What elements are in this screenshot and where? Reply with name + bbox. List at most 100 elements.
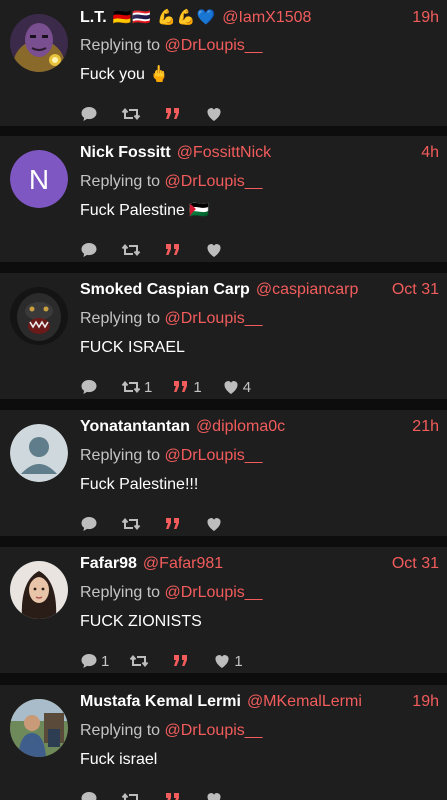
avatar[interactable]: N bbox=[10, 150, 68, 208]
quote-icon bbox=[174, 381, 188, 392]
quote-button[interactable] bbox=[164, 105, 185, 123]
default-user-icon bbox=[10, 424, 68, 482]
quote-button[interactable] bbox=[164, 241, 185, 259]
author-name[interactable]: L.T. bbox=[80, 9, 107, 27]
quote-button[interactable] bbox=[172, 652, 193, 670]
author-name[interactable]: Yonatantantan bbox=[80, 418, 190, 436]
reply-card[interactable]: N Nick Fossitt @FossittNick 4h Replying … bbox=[0, 136, 447, 262]
quote-button[interactable] bbox=[164, 790, 185, 800]
author-name[interactable]: Nick Fossitt bbox=[80, 144, 171, 162]
like-button[interactable] bbox=[205, 105, 226, 123]
mention-link[interactable]: @DrLoupis__ bbox=[165, 722, 263, 739]
replying-to-prefix: Replying to bbox=[80, 310, 161, 327]
replying-to-prefix: Replying to bbox=[80, 584, 161, 601]
quote-button[interactable] bbox=[164, 515, 185, 533]
reply-card[interactable]: Smoked Caspian Carp @caspiancarp Oct 31 … bbox=[0, 273, 447, 399]
heart-icon bbox=[207, 793, 221, 800]
action-bar: 1 1 4 bbox=[80, 377, 439, 397]
author-handle[interactable]: @MKemalLermi bbox=[247, 693, 362, 711]
reply-card[interactable]: L.T. 🇩🇪🇹🇭 💪💪💙 @IamX1508 19h Replying to … bbox=[0, 0, 447, 126]
like-button[interactable] bbox=[205, 790, 226, 800]
like-button[interactable]: 4 bbox=[222, 378, 251, 396]
author-name[interactable]: Smoked Caspian Carp bbox=[80, 281, 250, 299]
retweet-button[interactable] bbox=[121, 105, 144, 123]
avatar-letter: N bbox=[29, 164, 49, 195]
mention-link[interactable]: @DrLoupis__ bbox=[165, 37, 263, 54]
mention-link[interactable]: @DrLoupis__ bbox=[165, 584, 263, 601]
action-bar bbox=[80, 240, 439, 260]
reply-card[interactable]: Fafar98 @Fafar981 Oct 31 Replying to @Dr… bbox=[0, 547, 447, 673]
author-handle[interactable]: @diploma0c bbox=[196, 418, 285, 436]
comment-button[interactable]: 1 bbox=[80, 652, 109, 670]
reply-text: FUCK ZIONISTS bbox=[80, 613, 202, 630]
timestamp: Oct 31 bbox=[391, 555, 439, 572]
reply-card[interactable]: Yonatantantan @diploma0c 21h Replying to… bbox=[0, 410, 447, 536]
name-emoji-badges: 🇩🇪🇹🇭 💪💪💙 bbox=[112, 9, 217, 26]
comment-button[interactable] bbox=[80, 515, 101, 533]
comment-button[interactable] bbox=[80, 105, 101, 123]
author-handle[interactable]: @FossittNick bbox=[177, 144, 271, 162]
like-count: 1 bbox=[234, 652, 243, 670]
heart-icon bbox=[224, 381, 238, 394]
author-handle[interactable]: @caspiancarp bbox=[256, 281, 359, 299]
mention-link[interactable]: @DrLoupis__ bbox=[165, 310, 263, 327]
replying-to: Replying to @DrLoupis__ bbox=[80, 307, 439, 331]
heart-icon bbox=[215, 655, 229, 668]
reply-text: Fuck you 🖕 bbox=[80, 66, 170, 83]
like-button[interactable]: 1 bbox=[213, 652, 243, 670]
letter-avatar-icon: N bbox=[10, 150, 68, 208]
reply-text: Fuck israel bbox=[80, 751, 158, 768]
avatar[interactable] bbox=[10, 287, 68, 345]
outdoor-photo-icon bbox=[10, 699, 68, 757]
avatar[interactable] bbox=[10, 14, 68, 72]
replying-to-prefix: Replying to bbox=[80, 722, 161, 739]
quote-icon bbox=[166, 108, 179, 119]
reply-card[interactable]: Mustafa Kemal Lermi @MKemalLermi 19h Rep… bbox=[0, 685, 447, 800]
gorilla-portrait-icon bbox=[10, 287, 68, 345]
mention-link[interactable]: @DrLoupis__ bbox=[165, 447, 263, 464]
quote-icon bbox=[166, 518, 179, 529]
author-name[interactable]: Mustafa Kemal Lermi bbox=[80, 693, 241, 711]
like-count: 4 bbox=[242, 378, 252, 396]
comment-icon bbox=[81, 243, 97, 257]
heart-icon bbox=[207, 244, 221, 257]
like-button[interactable] bbox=[205, 241, 226, 259]
comment-button[interactable] bbox=[80, 790, 101, 800]
comment-button[interactable] bbox=[80, 378, 101, 396]
action-bar bbox=[80, 789, 439, 800]
retweet-icon bbox=[130, 654, 149, 668]
comment-count: 1 bbox=[101, 652, 110, 670]
author-name[interactable]: Fafar98 bbox=[80, 555, 137, 573]
replying-to-prefix: Replying to bbox=[80, 37, 161, 54]
action-bar bbox=[80, 514, 439, 534]
like-button[interactable] bbox=[205, 515, 226, 533]
retweet-icon bbox=[121, 792, 139, 800]
comment-icon bbox=[81, 107, 97, 121]
reply-text: Fuck Palestine!!! bbox=[80, 476, 199, 493]
retweet-button[interactable] bbox=[121, 241, 144, 259]
comment-icon bbox=[81, 792, 97, 800]
quote-count: 1 bbox=[193, 378, 202, 396]
avatar[interactable] bbox=[10, 424, 68, 482]
retweet-button[interactable] bbox=[121, 515, 144, 533]
comment-button[interactable] bbox=[80, 241, 101, 259]
retweet-icon bbox=[121, 380, 141, 394]
retweet-button[interactable]: 1 bbox=[121, 378, 152, 396]
quote-icon bbox=[166, 244, 179, 255]
quote-icon bbox=[166, 793, 179, 800]
timestamp: 21h bbox=[412, 418, 439, 435]
author-handle[interactable]: @IamX1508 bbox=[222, 9, 311, 27]
reply-text: Fuck Palestine 🇵🇸 bbox=[80, 202, 210, 219]
author-handle[interactable]: @Fafar981 bbox=[143, 555, 223, 573]
mention-link[interactable]: @DrLoupis__ bbox=[165, 173, 263, 190]
retweet-count: 1 bbox=[144, 378, 153, 396]
quote-button[interactable]: 1 bbox=[172, 378, 202, 396]
retweet-button[interactable] bbox=[121, 790, 144, 800]
heart-icon bbox=[207, 108, 221, 121]
villain-portrait-icon bbox=[10, 14, 68, 72]
avatar[interactable] bbox=[10, 699, 68, 757]
retweet-button[interactable] bbox=[129, 652, 152, 670]
avatar[interactable] bbox=[10, 561, 68, 619]
replying-to: Replying to @DrLoupis__ bbox=[80, 34, 439, 58]
replying-to: Replying to @DrLoupis__ bbox=[80, 581, 439, 605]
